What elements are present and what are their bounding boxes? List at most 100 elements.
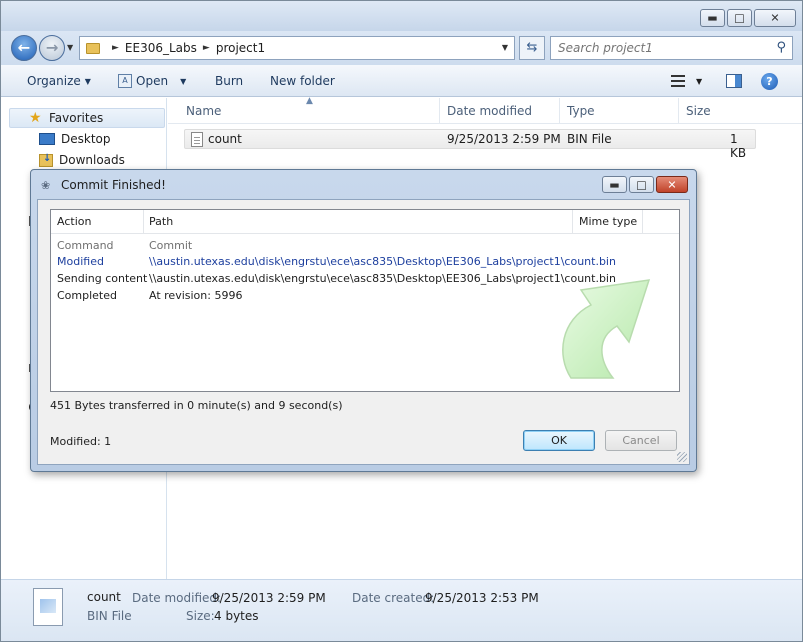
- column-size[interactable]: Size: [686, 104, 711, 118]
- burn-button[interactable]: Burn: [215, 74, 243, 88]
- preview-pane-icon[interactable]: [726, 74, 742, 88]
- views-icon[interactable]: [671, 75, 685, 87]
- column-divider[interactable]: [642, 210, 643, 234]
- log-row[interactable]: Sending content \\austin.utexas.edu\disk…: [51, 271, 679, 288]
- log-row[interactable]: Modified \\austin.utexas.edu\disk\engrst…: [51, 254, 679, 271]
- maximize-icon: □: [734, 11, 745, 25]
- resize-grip[interactable]: [677, 452, 687, 462]
- back-arrow-icon: ←: [17, 38, 31, 57]
- column-divider[interactable]: [572, 210, 573, 234]
- sidebar-item-downloads[interactable]: Downloads: [39, 153, 125, 167]
- modified-count: Modified: 1: [50, 435, 112, 448]
- chevron-right-icon[interactable]: ►: [112, 43, 119, 53]
- chevron-right-icon[interactable]: ►: [203, 43, 210, 53]
- sidebar-item-desktop[interactable]: Desktop: [39, 132, 111, 146]
- log-row[interactable]: Command Commit: [51, 238, 679, 255]
- chevron-down-icon: ▼: [180, 76, 187, 86]
- transfer-summary: 451 Bytes transferred in 0 minute(s) and…: [50, 399, 343, 412]
- close-button[interactable]: ✕: [754, 9, 796, 27]
- minimize-icon: ▬: [707, 11, 718, 25]
- ok-button[interactable]: OK: [523, 430, 595, 451]
- column-name[interactable]: Name: [186, 104, 221, 118]
- file-date: 9/25/2013 2:59 PM: [447, 132, 561, 146]
- title-bar: ▬ □ ✕: [1, 1, 802, 31]
- folder-icon: [86, 42, 100, 54]
- commit-finished-dialog: ❀ Commit Finished! ▬ □ ✕ Action Path Mim…: [30, 169, 697, 472]
- search-icon[interactable]: ⚲: [776, 40, 786, 55]
- log-column-path[interactable]: Path: [149, 215, 173, 228]
- column-divider[interactable]: [678, 98, 679, 124]
- column-divider[interactable]: [439, 98, 440, 124]
- breadcrumb-project1[interactable]: project1: [216, 41, 265, 55]
- help-icon[interactable]: ?: [761, 73, 778, 90]
- desktop-label: Desktop: [61, 132, 111, 146]
- favorites-label: Favorites: [49, 111, 104, 125]
- address-bar[interactable]: ► EE306_Labs ► project1 ▼: [79, 36, 515, 60]
- log-action: Command: [57, 239, 114, 252]
- search-input[interactable]: [551, 37, 761, 59]
- dialog-close-button[interactable]: ✕: [656, 176, 688, 193]
- log-row[interactable]: Completed At revision: 5996: [51, 288, 679, 305]
- log-column-action[interactable]: Action: [57, 215, 91, 228]
- search-box[interactable]: ⚲: [550, 36, 793, 60]
- log-header-row: Action Path Mime type: [51, 210, 679, 234]
- caption-buttons: ▬ □ ✕: [700, 9, 796, 27]
- views-dropdown[interactable]: ▼: [696, 77, 702, 86]
- details-date-created-label: Date created:: [352, 591, 435, 605]
- details-size: 4 bytes: [214, 609, 259, 623]
- organize-label: Organize: [27, 74, 81, 88]
- cancel-button[interactable]: Cancel: [605, 430, 677, 451]
- log-action: Modified: [57, 255, 104, 268]
- commit-log-list[interactable]: Action Path Mime type Command Commit Mod…: [50, 209, 680, 392]
- file-icon: [191, 132, 203, 147]
- details-size-label: Size:: [186, 609, 215, 623]
- burn-label: Burn: [215, 74, 244, 88]
- dialog-minimize-button[interactable]: ▬: [602, 176, 627, 193]
- open-label: Open: [136, 74, 169, 88]
- chevron-down-icon: ▼: [84, 76, 91, 86]
- tortoise-icon: ❀: [41, 179, 51, 192]
- maximize-icon: □: [636, 178, 647, 191]
- minimize-icon: ▬: [609, 178, 620, 191]
- file-row[interactable]: count 9/25/2013 2:59 PM BIN File 1 KB: [184, 129, 756, 160]
- sidebar-item-favorites[interactable]: Favorites: [49, 111, 103, 125]
- address-row: ← → ▼ ► EE306_Labs ► project1 ▼ ⇆ ⚲: [1, 31, 802, 65]
- back-button[interactable]: ←: [11, 35, 37, 61]
- file-thumbnail-icon: [33, 588, 63, 626]
- organize-button[interactable]: Organize ▼: [27, 74, 91, 88]
- new-folder-button[interactable]: New folder: [270, 74, 335, 88]
- log-column-mime-type[interactable]: Mime type: [579, 215, 637, 228]
- forward-button[interactable]: →: [39, 35, 65, 61]
- column-type[interactable]: Type: [567, 104, 595, 118]
- dialog-caption-buttons: ▬ □ ✕: [602, 176, 688, 193]
- forward-arrow-icon: →: [45, 38, 59, 57]
- details-date-created: 9/25/2013 2:53 PM: [425, 591, 539, 605]
- column-date-modified[interactable]: Date modified: [447, 104, 532, 118]
- minimize-button[interactable]: ▬: [700, 9, 725, 27]
- log-action: Sending content: [57, 272, 148, 285]
- close-icon: ✕: [770, 11, 780, 25]
- details-pane: count BIN File Date modified: 9/25/2013 …: [1, 579, 802, 641]
- file-name: count: [208, 132, 242, 146]
- open-button[interactable]: A Open ▼: [118, 74, 186, 88]
- column-divider[interactable]: [143, 210, 144, 234]
- downloads-icon: [39, 153, 53, 167]
- details-file-name: count: [87, 590, 121, 604]
- address-dropdown[interactable]: ▼: [502, 43, 508, 52]
- close-icon: ✕: [667, 178, 677, 191]
- log-path: At revision: 5996: [149, 289, 243, 302]
- maximize-button[interactable]: □: [727, 9, 752, 27]
- details-date-modified-label: Date modified:: [132, 591, 222, 605]
- log-path: Commit: [149, 239, 193, 252]
- refresh-button[interactable]: ⇆: [519, 36, 545, 60]
- breadcrumb-ee306-labs[interactable]: EE306_Labs: [125, 41, 197, 55]
- sort-ascending-icon: ▲: [306, 96, 313, 106]
- file-size: 1 KB: [730, 132, 747, 160]
- dialog-maximize-button[interactable]: □: [629, 176, 654, 193]
- column-header-row: ▲ Name Date modified Type Size: [168, 96, 802, 124]
- column-divider[interactable]: [559, 98, 560, 124]
- desktop-icon: [39, 133, 55, 145]
- dialog-body: Action Path Mime type Command Commit Mod…: [37, 199, 690, 465]
- recent-pages-dropdown[interactable]: ▼: [67, 43, 73, 52]
- new-folder-label: New folder: [270, 74, 335, 88]
